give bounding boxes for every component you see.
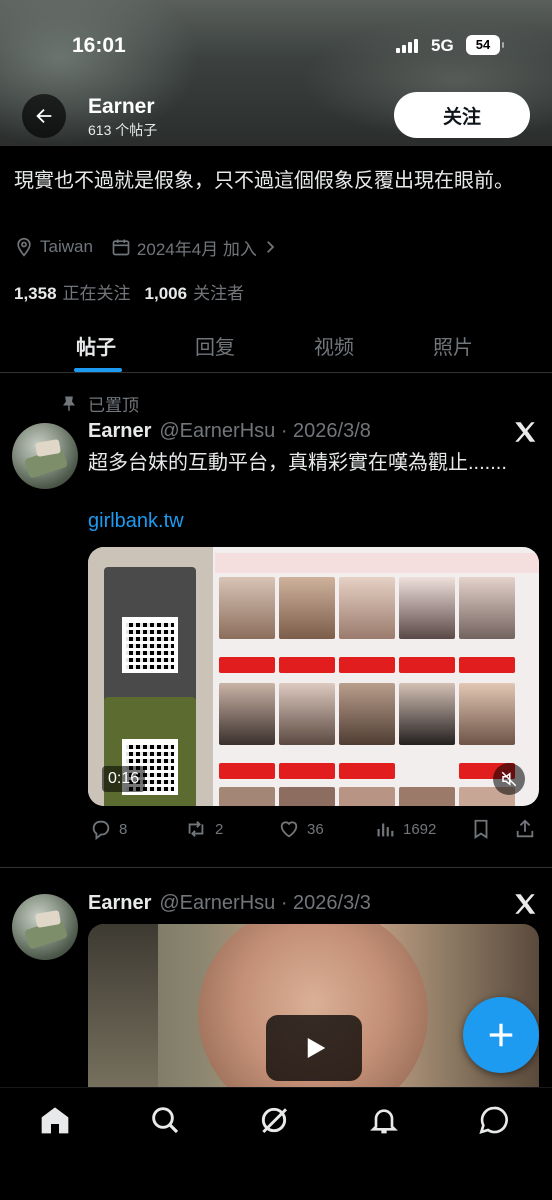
tab-photos[interactable]: 照片: [433, 331, 473, 360]
status-time: 16:01: [72, 34, 126, 57]
profile-tabs: 帖子 回复 视频 照片: [0, 323, 552, 373]
post-handle-date: @EarnerHsu · 2026/3/8: [159, 420, 371, 442]
plus-icon: [489, 1023, 513, 1047]
location: Taiwan: [14, 237, 93, 257]
reply-count: 8: [119, 820, 128, 838]
share-button[interactable]: [514, 818, 543, 840]
qr-code: [122, 617, 178, 673]
post-header: Earner @EarnerHsu · 2026/3/8: [88, 420, 371, 443]
bell-icon[interactable]: [368, 1104, 400, 1136]
reply-icon: [92, 820, 110, 840]
status-bar: 16:01 5G 54: [0, 30, 552, 60]
video-thumbnail-grid: [215, 553, 539, 806]
home-icon[interactable]: [39, 1104, 71, 1136]
profile-stats: 1,358 正在关注 1,006 关注者: [14, 279, 258, 304]
pin-icon: [63, 396, 75, 411]
views-icon: [377, 823, 394, 837]
x-logo-icon: [515, 422, 536, 442]
repost-button[interactable]: 2: [184, 818, 223, 840]
repost-icon: [188, 821, 204, 837]
view-count: 1692: [403, 820, 437, 838]
post-author[interactable]: Earner: [88, 892, 151, 915]
location-text: Taiwan: [40, 237, 93, 256]
join-date[interactable]: 2024年4月 加入: [111, 235, 285, 260]
video-duration: 0:16: [102, 766, 146, 792]
heart-icon: [280, 821, 298, 838]
followers-stat[interactable]: 1,006 关注者: [145, 279, 245, 304]
header-profile-name: Earner: [88, 95, 155, 118]
signal-icon: [396, 39, 420, 53]
network-type: 5G: [431, 36, 454, 55]
compose-button[interactable]: [463, 997, 539, 1073]
grok-icon[interactable]: [258, 1104, 290, 1136]
post-text: 超多台妹的互動平台，真精彩實在嘆為觀止.......: [88, 452, 507, 474]
bookmark-button[interactable]: [470, 818, 499, 840]
avatar[interactable]: [12, 423, 78, 489]
profile-bio: 現實也不過就是假象，只不過這個假象反覆出現在眼前。: [14, 170, 514, 192]
post-divider: [0, 867, 552, 868]
calendar-icon: [112, 239, 130, 256]
share-icon: [516, 819, 534, 838]
pinned-label: 已置顶: [60, 391, 139, 416]
follow-button[interactable]: 关注: [394, 92, 530, 138]
post-header: Earner @EarnerHsu · 2026/3/3: [88, 892, 371, 915]
play-button[interactable]: [266, 1015, 362, 1081]
tab-videos[interactable]: 视频: [314, 331, 354, 360]
repost-count: 2: [215, 820, 224, 838]
x-logo-icon: [515, 894, 536, 914]
chevron-right-icon: [267, 241, 275, 253]
muted-speaker-icon: [501, 771, 517, 787]
following-stat[interactable]: 1,358 正在关注: [14, 279, 131, 304]
post-actions: 8 2 36 1692: [88, 818, 539, 842]
bookmark-icon: [474, 819, 488, 839]
messages-icon[interactable]: [478, 1104, 510, 1136]
mute-button[interactable]: [493, 763, 525, 795]
search-icon[interactable]: [149, 1104, 181, 1136]
like-button[interactable]: 36: [278, 818, 324, 840]
post-video[interactable]: 0:16: [88, 547, 539, 806]
join-date-text: 2024年4月 加入: [136, 239, 257, 259]
views-button[interactable]: 1692: [374, 818, 436, 840]
post-link[interactable]: girlbank.tw: [88, 510, 184, 533]
post-author[interactable]: Earner: [88, 420, 151, 443]
arrow-left-icon: [36, 108, 52, 124]
post-handle-date: @EarnerHsu · 2026/3/3: [159, 892, 371, 914]
location-pin-icon: [17, 237, 31, 257]
battery-icon: 54: [466, 35, 504, 55]
tab-replies[interactable]: 回复: [195, 331, 235, 360]
bottom-navigation: [0, 1087, 552, 1200]
header-post-count: 613 个帖子: [88, 122, 158, 138]
profile-meta: Taiwan 2024年4月 加入: [14, 235, 303, 259]
play-icon: [307, 1038, 326, 1058]
back-button[interactable]: [22, 94, 66, 138]
tab-posts[interactable]: 帖子: [76, 331, 116, 360]
reply-button[interactable]: 8: [90, 818, 127, 840]
like-count: 36: [307, 820, 324, 838]
tab-indicator: [74, 368, 122, 372]
avatar[interactable]: [12, 894, 78, 960]
